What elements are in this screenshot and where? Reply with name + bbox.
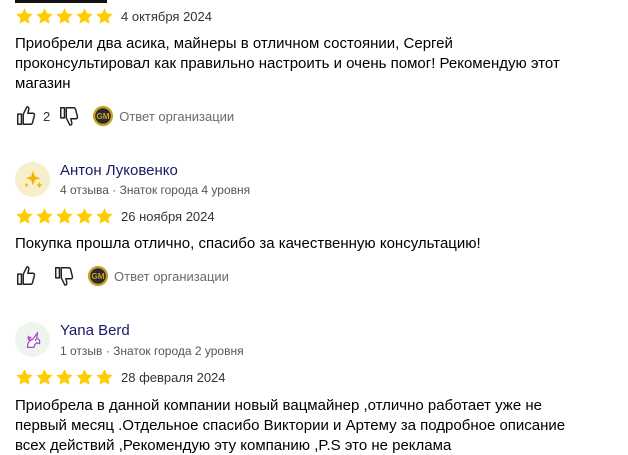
review-text-line: Приобрела в данной компании новый вацмай… [15,397,542,414]
previous-element-edge [15,0,107,3]
review-date: 4 октября 2024 [121,9,212,24]
review-text: Приобрели два асика, майнеры в отличном … [15,34,615,94]
org-reply-label: Ответ организации [114,268,229,284]
star-icon [96,369,113,385]
rating-stars [15,368,114,387]
thumbs-down-icon [55,267,74,286]
review-text-line: Покупка прошла отлично, спасибо за качес… [15,235,481,252]
review-text-line: первый месяц .Отдельное спасибо Виктории… [15,417,566,434]
review-text-line: всех действий ,Рекомендую эту компанию ,… [15,437,452,454]
like-button[interactable] [15,265,37,287]
review-actions: GM Ответ организации [15,265,229,287]
star-icon [16,369,33,385]
star-icon [56,369,73,385]
dislike-button[interactable] [58,105,80,127]
thumbs-up-icon [17,266,36,285]
unicorn-icon [26,331,40,348]
star-icon [96,8,113,24]
org-reply-toggle[interactable]: GM Ответ организации [92,105,234,127]
review-author[interactable]: Yana Berd [60,322,130,339]
author-meta: 4 отзыва · Знаток города 4 уровня [60,183,251,197]
dislike-button[interactable] [53,265,75,287]
organization-logo-icon: GM [87,265,109,287]
review-text-line: проконсультировал как правильно настроит… [15,55,560,72]
star-icon [56,8,73,24]
star-icon [36,369,53,385]
review-date: 26 ноября 2024 [121,209,215,224]
star-icon [36,208,53,224]
star-icon [96,208,113,224]
thumbs-up-icon [17,106,36,125]
avatar[interactable] [15,162,50,197]
organization-logo-icon: GM [93,105,114,127]
sparkles-icon [23,170,43,188]
rating-stars [15,207,114,226]
star-icon [76,369,93,385]
svg-text:GM: GM [97,112,110,121]
review-author[interactable]: Антон Луковенко [60,162,178,179]
review-actions: 2 GM Ответ организации [15,105,234,127]
svg-text:GM: GM [91,272,104,281]
star-icon [16,8,33,24]
star-icon [56,208,73,224]
review-date: 28 февраля 2024 [121,370,226,385]
star-icon [36,8,53,24]
avatar[interactable] [15,322,50,357]
author-meta: 1 отзыв · Знаток города 2 уровня [60,344,244,358]
star-icon [76,208,93,224]
like-count: 2 [43,108,51,124]
review-text: Покупка прошла отлично, спасибо за качес… [15,234,615,254]
review-text-line: магазин [15,75,71,92]
star-icon [76,8,93,24]
rating-stars [15,7,114,26]
like-button[interactable]: 2 [15,105,58,127]
org-reply-label: Ответ организации [119,108,235,124]
review-text-line: Приобрели два асика, майнеры в отличном … [15,35,453,52]
org-reply-toggle[interactable]: GM Ответ организации [87,265,229,287]
review-text: Приобрела в данной компании новый вацмай… [15,396,615,455]
thumbs-down-icon [60,107,79,126]
star-icon [16,208,33,224]
